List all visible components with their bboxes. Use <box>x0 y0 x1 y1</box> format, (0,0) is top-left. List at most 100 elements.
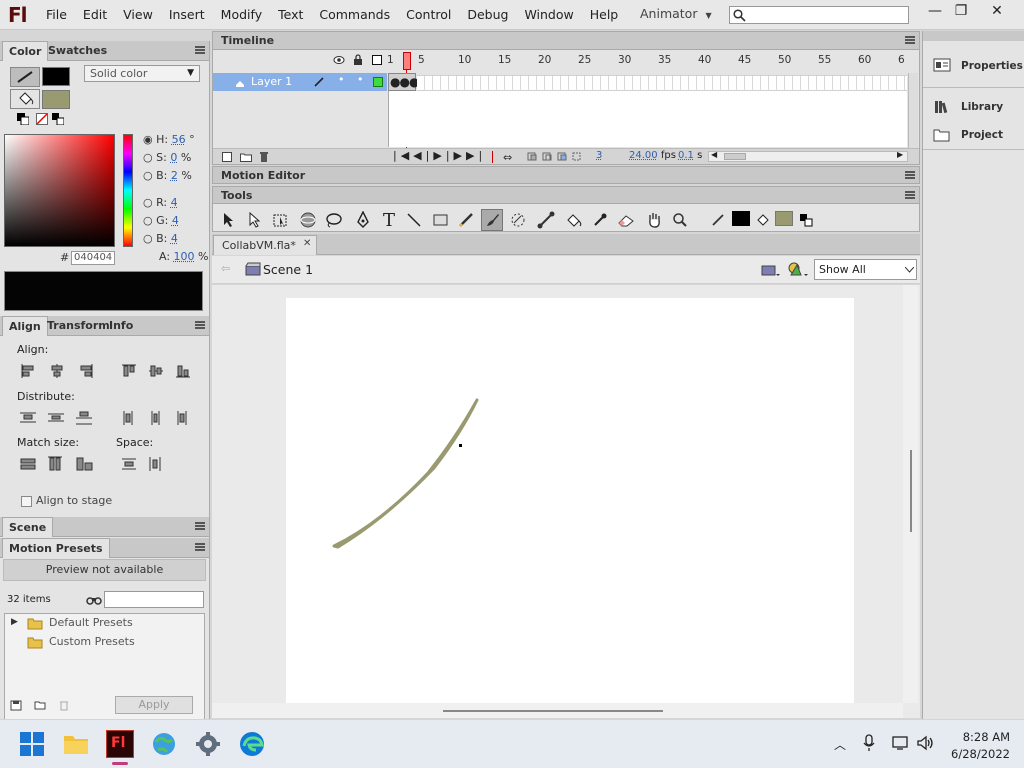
keyframes[interactable]: ●●● <box>388 73 419 91</box>
menu-control[interactable]: Control <box>398 0 459 30</box>
frame-cells[interactable] <box>417 75 907 91</box>
folder-default-presets[interactable]: Default Presets <box>49 616 133 629</box>
apply-button[interactable]: Apply <box>115 696 193 714</box>
brush-stroke[interactable] <box>286 298 854 703</box>
file-explorer-icon[interactable] <box>62 730 90 758</box>
loop-icon[interactable]: ⇔ <box>503 151 512 164</box>
panel-menu-icon[interactable] <box>905 36 915 44</box>
center-frame-icon[interactable] <box>492 151 498 163</box>
save-preset-icon[interactable] <box>10 699 22 711</box>
zoom-dropdown[interactable]: Show All <box>814 259 917 280</box>
fill-color-button[interactable] <box>10 89 40 109</box>
radio-button-icon[interactable]: ○ <box>143 214 153 227</box>
lasso-tool-icon[interactable] <box>322 209 344 231</box>
text-tool-icon[interactable]: T <box>378 209 400 231</box>
back-arrow-icon[interactable]: ⇦ <box>221 262 230 275</box>
radio-button-icon[interactable]: ○ <box>143 151 153 164</box>
zoom-tool-icon[interactable] <box>669 209 691 231</box>
panel-menu-icon[interactable] <box>905 191 915 199</box>
microphone-icon[interactable] <box>862 734 876 752</box>
rectangle-tool-icon[interactable] <box>430 209 452 231</box>
hue-slider[interactable] <box>123 134 133 247</box>
menu-debug[interactable]: Debug <box>459 0 516 30</box>
panel-library[interactable]: Library <box>961 101 1003 113</box>
scroll-right-icon[interactable]: ▶ <box>897 150 903 159</box>
panel-project[interactable]: Project <box>961 129 1003 141</box>
selection-tool-icon[interactable] <box>217 209 239 231</box>
step-back-icon[interactable]: ◀| <box>413 149 433 162</box>
layer-row[interactable]: Layer 1 • • <box>213 73 387 91</box>
new-folder-icon[interactable] <box>34 699 46 711</box>
panel-menu-icon[interactable] <box>195 321 205 329</box>
settings-gear-icon[interactable] <box>194 730 222 758</box>
red-value[interactable]: 4 <box>171 196 178 209</box>
menu-edit[interactable]: Edit <box>75 0 115 30</box>
close-icon[interactable]: ✕ <box>303 238 311 249</box>
pen-tool-icon[interactable] <box>352 209 374 231</box>
distribute-icons[interactable] <box>16 408 206 428</box>
green-value[interactable]: 4 <box>172 214 179 227</box>
edit-scene-icon[interactable] <box>761 262 781 278</box>
timeline-horizontal-scrollbar[interactable]: ◀ ▶ <box>708 150 908 162</box>
last-frame-icon[interactable]: ▶| <box>466 149 486 162</box>
panel-menu-icon[interactable] <box>195 522 205 530</box>
tab-swatches[interactable]: Swatches <box>42 41 113 61</box>
bone-tool-icon[interactable] <box>535 209 557 231</box>
stage-vertical-scrollbar[interactable] <box>903 285 918 703</box>
stroke-color-swatch[interactable] <box>732 211 750 226</box>
edge-browser-icon[interactable] <box>238 730 266 758</box>
layer-outline-color[interactable] <box>373 77 383 87</box>
swap-colors-icon[interactable] <box>795 209 817 231</box>
fill-color-tool-icon[interactable] <box>752 209 774 231</box>
workspace-switcher[interactable]: Animator ▼ <box>640 0 712 30</box>
fill-color-swatch[interactable] <box>775 211 793 226</box>
blue-value[interactable]: 4 <box>171 232 178 245</box>
eraser-tool-icon[interactable] <box>615 209 637 231</box>
play-icon[interactable]: ▶ <box>433 149 445 162</box>
fill-color-swatch[interactable] <box>42 90 70 109</box>
step-forward-icon[interactable]: |▶ <box>446 149 466 162</box>
right-panel-grip[interactable] <box>923 31 1024 41</box>
menu-help[interactable]: Help <box>582 0 627 30</box>
edit-symbols-icon[interactable] <box>787 261 809 279</box>
subselection-tool-icon[interactable] <box>243 209 265 231</box>
free-transform-tool-icon[interactable] <box>270 209 292 231</box>
eye-icon[interactable] <box>333 55 345 65</box>
elapsed-time[interactable]: 0.1 s <box>678 150 702 161</box>
deco-tool-icon[interactable] <box>507 209 529 231</box>
volume-icon[interactable] <box>917 735 935 751</box>
hue-value[interactable]: 56 <box>172 133 186 146</box>
radio-button-icon[interactable]: ◉ <box>143 133 153 146</box>
brush-tool-icon[interactable] <box>481 209 503 231</box>
new-folder-icon[interactable] <box>240 152 252 162</box>
lock-dot[interactable]: • <box>357 73 364 86</box>
tab-tools[interactable]: Tools <box>215 186 258 206</box>
stage-canvas[interactable] <box>286 298 854 703</box>
expand-arrow-icon[interactable]: ▶ <box>11 617 18 627</box>
help-search-input[interactable] <box>729 6 909 24</box>
time-value[interactable]: 0.1 <box>678 150 694 161</box>
playback-controls[interactable]: |◀◀|▶|▶▶| <box>393 149 486 162</box>
menu-insert[interactable]: Insert <box>161 0 213 30</box>
swap-colors-icon[interactable] <box>52 113 65 126</box>
black-white-icon[interactable] <box>17 113 30 126</box>
brightness-value[interactable]: 2 <box>171 169 178 182</box>
lock-icon[interactable] <box>353 54 363 66</box>
stroke-color-button[interactable] <box>10 67 40 87</box>
first-frame-icon[interactable]: |◀ <box>393 149 413 162</box>
hand-tool-icon[interactable] <box>643 209 665 231</box>
menu-window[interactable]: Window <box>516 0 581 30</box>
clock-time[interactable]: 8:28 AM <box>950 730 1010 744</box>
tab-timeline[interactable]: Timeline <box>215 31 280 51</box>
scene-name[interactable]: Scene 1 <box>263 262 313 277</box>
alpha-value[interactable]: 100 <box>174 250 195 263</box>
align-to-stage-checkbox[interactable] <box>21 496 32 507</box>
saturation-value[interactable]: 0 <box>170 151 177 164</box>
eyedropper-tool-icon[interactable] <box>589 209 611 231</box>
vertical-scroll-thumb[interactable] <box>910 450 912 532</box>
line-tool-icon[interactable] <box>403 209 425 231</box>
menu-view[interactable]: View <box>115 0 161 30</box>
stroke-color-tool-icon[interactable] <box>707 209 729 231</box>
menu-modify[interactable]: Modify <box>213 0 270 30</box>
color-picker-field[interactable] <box>4 134 115 247</box>
